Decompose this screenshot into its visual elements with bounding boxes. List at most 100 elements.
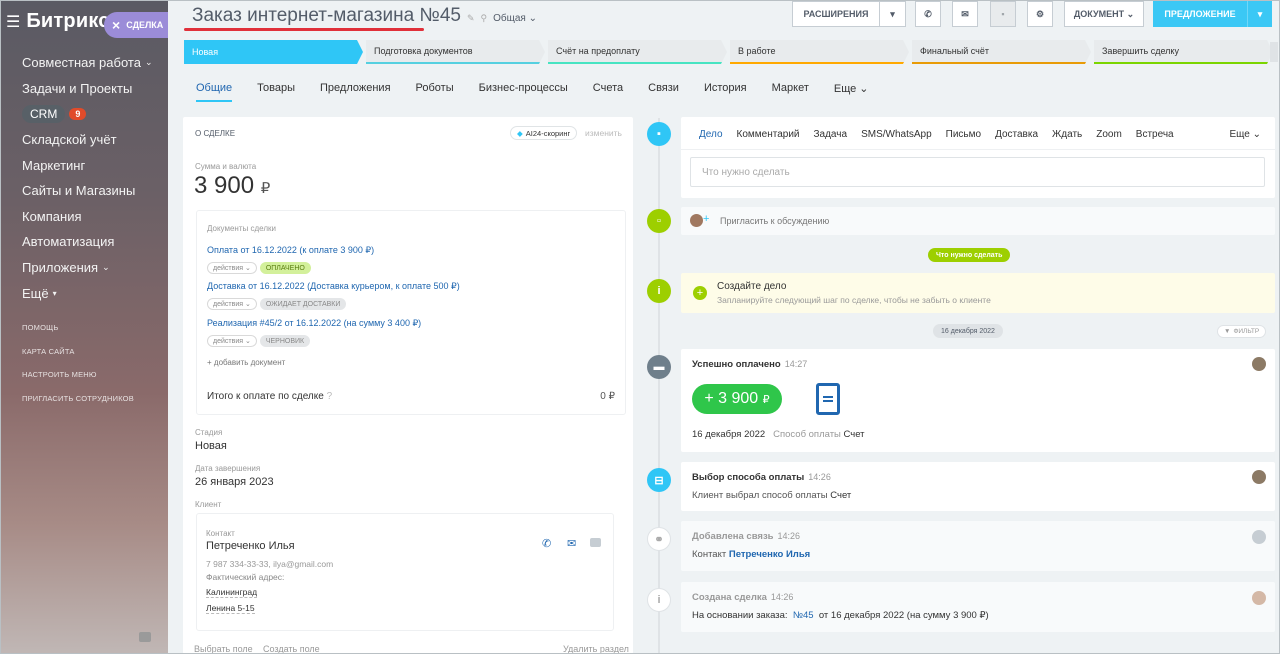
mail-icon[interactable]: ✉ <box>952 1 978 27</box>
tab-more[interactable]: Еще ⌄ <box>1229 129 1261 140</box>
chat-icon[interactable]: ▪ <box>990 1 1016 27</box>
help-icon[interactable]: ? <box>327 391 333 402</box>
sidebar-item-tasks[interactable]: Задачи и Проекты <box>22 76 162 102</box>
stage-2[interactable]: Подготовка документов <box>366 40 545 64</box>
tab-products[interactable]: Товары <box>257 82 295 102</box>
sidebar-item-automation[interactable]: Автоматизация <box>22 229 162 255</box>
actions-dropdown[interactable]: действия ⌄ <box>207 335 257 347</box>
printer-icon[interactable] <box>139 632 151 642</box>
avatar[interactable] <box>1252 470 1266 484</box>
tab-delivery[interactable]: Доставка <box>995 129 1038 140</box>
tab-mail[interactable]: Письмо <box>946 129 981 140</box>
add-document-link[interactable]: + добавить документ <box>207 358 285 367</box>
actions-dropdown[interactable]: действия ⌄ <box>207 298 257 310</box>
contact-link[interactable]: Петреченко Илья <box>729 549 810 560</box>
invite-staff-link[interactable]: ПРИГЛАСИТЬ СОТРУДНИКОВ <box>22 394 134 418</box>
sidebar-item-crm[interactable]: CRM 9 <box>22 101 162 127</box>
configure-menu-link[interactable]: НАСТРОИТЬ МЕНЮ <box>22 370 134 394</box>
avatar[interactable] <box>1252 357 1266 371</box>
event-time: 14:27 <box>784 359 808 369</box>
tab-history[interactable]: История <box>704 82 747 102</box>
extensions-dropdown-icon[interactable]: ▾ <box>880 1 906 27</box>
create-field-link[interactable]: Создать поле <box>263 644 320 654</box>
sidebar-footer-links: ПОМОЩЬ КАРТА САЙТА НАСТРОИТЬ МЕНЮ ПРИГЛА… <box>22 323 134 417</box>
stage-6[interactable]: Завершить сделку <box>1094 40 1273 64</box>
date-value[interactable]: 26 января 2023 <box>195 476 274 488</box>
tab-invoices[interactable]: Счета <box>593 82 623 102</box>
documents-block: Документы сделки Оплата от 16.12.2022 (к… <box>196 210 626 415</box>
extensions-button[interactable]: РАСШИРЕНИЯ <box>792 1 880 27</box>
actions-dropdown[interactable]: действия ⌄ <box>207 262 257 274</box>
stage-3[interactable]: Счёт на предоплату <box>548 40 727 64</box>
order-link[interactable]: №45 <box>793 610 814 621</box>
contact-phone-email[interactable]: 7 987 334-33-33, ilya@gmail.com <box>206 559 333 569</box>
mail-icon[interactable]: ✉ <box>567 537 576 550</box>
tab-meeting[interactable]: Встреча <box>1136 129 1174 140</box>
tab-task[interactable]: Задача <box>814 129 848 140</box>
sidebar-item-apps[interactable]: Приложения ⌄ <box>22 255 162 281</box>
invite-row[interactable]: + Пригласить к обсуждению <box>681 207 1275 235</box>
stage-4[interactable]: В работе <box>730 40 909 64</box>
sidebar-item-marketing[interactable]: Маркетинг <box>22 152 162 178</box>
sidebar-item-collab[interactable]: Совместная работа ⌄ <box>22 50 162 76</box>
phone-icon[interactable]: ✆ <box>915 1 941 27</box>
document-link[interactable]: Оплата от 16.12.2022 (к оплате 3 900 ₽) <box>207 245 374 256</box>
category-select[interactable]: Общая ⌄ <box>493 13 537 24</box>
ai-scoring-button[interactable]: ◆ AI24-скоринг <box>510 126 578 140</box>
gear-icon[interactable]: ⚙ <box>1027 1 1053 27</box>
avatar[interactable] <box>1252 591 1266 605</box>
stage-5[interactable]: Финальный счёт <box>912 40 1091 64</box>
tab-robots[interactable]: Роботы <box>416 82 454 102</box>
document-link[interactable]: Доставка от 16.12.2022 (Доставка курьеро… <box>207 281 460 292</box>
change-link[interactable]: изменить <box>585 128 622 138</box>
page-title: Заказ интернет-магазина №45 <box>192 5 461 26</box>
deal-slider-badge[interactable]: × СДЕЛКА <box>104 12 168 38</box>
tab-sms[interactable]: SMS/WhatsApp <box>861 129 932 140</box>
create-task-card[interactable]: + Создайте дело Запланируйте следующий ш… <box>681 273 1275 313</box>
sitemap-link[interactable]: КАРТА САЙТА <box>22 347 134 371</box>
edit-icon[interactable]: ✎ <box>467 13 475 24</box>
sum-value[interactable]: 3 900 ₽ <box>194 172 270 200</box>
sidebar-item-company[interactable]: Компания <box>22 204 162 230</box>
tab-zoom[interactable]: Zoom <box>1096 129 1122 140</box>
tab-more[interactable]: Еще ⌄ <box>834 82 869 102</box>
stage-value[interactable]: Новая <box>195 440 227 452</box>
tab-bizproc[interactable]: Бизнес-процессы <box>479 82 568 102</box>
tab-general[interactable]: Общие <box>196 82 233 102</box>
document-item: Доставка от 16.12.2022 (Доставка курьеро… <box>207 281 460 310</box>
offer-dropdown-icon[interactable]: ▾ <box>1247 1 1272 27</box>
contact-name[interactable]: Петреченко Илья <box>206 540 295 552</box>
delete-section-link[interactable]: Удалить раздел <box>563 644 629 654</box>
document-icon[interactable] <box>816 383 840 415</box>
choose-field-link[interactable]: Выбрать поле <box>194 644 253 654</box>
link-icon[interactable]: ⚲ <box>481 13 488 24</box>
tab-comment[interactable]: Комментарий <box>737 129 800 140</box>
method-label: Способ оплаты <box>773 429 841 440</box>
sidebar-item-sites[interactable]: Сайты и Магазины <box>22 178 162 204</box>
avatar[interactable] <box>1252 530 1266 544</box>
menu-icon[interactable]: ☰ <box>6 12 20 31</box>
sidebar-item-warehouse[interactable]: Складской учёт <box>22 127 162 153</box>
todo-input[interactable]: Что нужно сделать <box>690 157 1265 187</box>
ai-icon: ◆ <box>517 128 523 138</box>
chat-icon[interactable] <box>590 538 601 547</box>
stage-label: Завершить сделку <box>1102 46 1179 56</box>
pipeline-scroll[interactable] <box>1270 42 1278 62</box>
plus-icon[interactable]: + <box>703 213 709 225</box>
filter-button[interactable]: ▼ ФИЛЬТР <box>1217 325 1267 338</box>
address-label: Фактический адрес: <box>206 572 285 582</box>
tab-activity[interactable]: Дело <box>699 129 723 140</box>
tab-offers[interactable]: Предложения <box>320 82 391 102</box>
tab-links[interactable]: Связи <box>648 82 679 102</box>
sidebar-item-more[interactable]: Ещё ▾ <box>22 280 162 306</box>
help-link[interactable]: ПОМОЩЬ <box>22 323 134 347</box>
tab-wait[interactable]: Ждать <box>1052 129 1082 140</box>
phone-icon[interactable]: ✆ <box>542 537 551 550</box>
document-link[interactable]: Реализация #45/2 от 16.12.2022 (на сумму… <box>207 318 421 329</box>
add-icon[interactable]: + <box>693 286 707 300</box>
tab-market[interactable]: Маркет <box>772 82 809 102</box>
document-button[interactable]: ДОКУМЕНТ ⌄ <box>1064 1 1144 27</box>
stage-1[interactable]: Новая <box>184 40 363 64</box>
close-icon[interactable]: × <box>112 17 120 33</box>
offer-button[interactable]: ПРЕДЛОЖЕНИЕ <box>1153 1 1247 27</box>
